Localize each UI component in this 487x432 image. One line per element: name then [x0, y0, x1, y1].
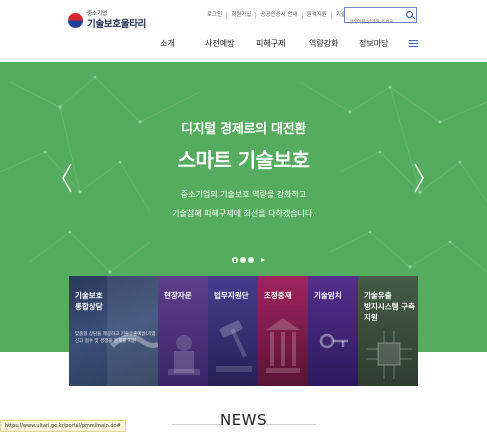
prev-slide-icon[interactable] [60, 163, 74, 193]
slide-dot[interactable] [240, 257, 246, 263]
play-icon[interactable] [261, 258, 265, 262]
nav-item-info[interactable]: 정보마당 [359, 38, 388, 49]
building-icon [266, 318, 300, 373]
card-desc-line: 맞춤형 상담을 제공하고 기술유출예방(기업 [75, 332, 156, 337]
card-title-line: 법무지원단 [214, 291, 249, 300]
logo-subtitle: 중소기업 [87, 11, 108, 17]
nav-item-capacity[interactable]: 역량강화 [309, 38, 338, 49]
hero-description-line2: 기술침해 피해구제에 최선을 다하겠습니다. [172, 209, 315, 218]
next-slide-icon[interactable] [412, 163, 426, 193]
card-leak-prevention-system[interactable]: 기술유출 방지시스템 구축 지원 [358, 276, 418, 386]
search-icon[interactable] [406, 11, 413, 18]
hero-title-line1: 디지털 경제로의 대전환 [180, 122, 307, 137]
taegeuk-logo-icon [68, 13, 83, 28]
nav-item-intro[interactable]: 소개 [160, 38, 175, 49]
login-link[interactable]: 로그인 [203, 12, 226, 19]
logo-title: 기술보호울타리 [87, 18, 147, 30]
slide-dot[interactable] [248, 257, 254, 263]
card-title-line: 조정중재 [264, 291, 292, 300]
card-title-line: 통합상담 [75, 302, 103, 311]
chess-piece-icon [168, 335, 200, 375]
card-escrow[interactable]: 기술임치 [308, 276, 358, 386]
gavel-icon [216, 320, 252, 372]
certificate-guide-link[interactable]: 공공인증서 안내 [255, 12, 301, 19]
circuit-board-icon [366, 331, 412, 379]
card-title-line: 지원 [364, 313, 378, 322]
card-title-line: 기술임치 [314, 291, 342, 300]
site-logo[interactable]: 중소기업 기술보호울타리 [68, 11, 147, 30]
card-title-line: 기술유출 [364, 291, 392, 300]
card-title-line: 현장자문 [164, 291, 192, 300]
card-consulting[interactable]: 기술보호 통합상담 맞춤형 상담을 제공하고 기술유출예방(기업 신고 접수 및… [69, 276, 158, 386]
card-mediation[interactable]: 조정중재 [258, 276, 308, 386]
remote-support-link[interactable]: 원격지원 [301, 12, 331, 19]
nav-item-remedy[interactable]: 피해구제 [256, 38, 285, 49]
site-header: 중소기업 기술보호울타리 로그인 회원가입 공공인증서 안내 원격지원 기술유출… [0, 0, 487, 62]
search-box [344, 7, 417, 30]
signup-link[interactable]: 회원가입 [226, 12, 255, 19]
slide-indicators [232, 257, 265, 263]
pause-icon[interactable] [232, 257, 238, 263]
nav-item-prevention[interactable]: 사전예방 [205, 38, 234, 49]
card-title-line: 방지시스템 구축 [364, 302, 415, 311]
card-onsite-advice[interactable]: 현장자문 [158, 276, 208, 386]
browser-status-url: https://www.ultari.go.kr/portal/pmm/main… [0, 420, 126, 432]
service-cards: 기술보호 통합상담 맞춤형 상담을 제공하고 기술유출예방(기업 신고 접수 및… [69, 276, 418, 386]
card-title-line: 기술보호 [75, 291, 103, 300]
key-icon [319, 333, 348, 349]
card-legal-support[interactable]: 법무지원단 [208, 276, 258, 386]
menu-icon[interactable] [409, 40, 418, 48]
search-input[interactable] [345, 15, 403, 30]
card-desc-line: 신고 접수 및 경쟁을 완제를 지원 [75, 339, 136, 344]
